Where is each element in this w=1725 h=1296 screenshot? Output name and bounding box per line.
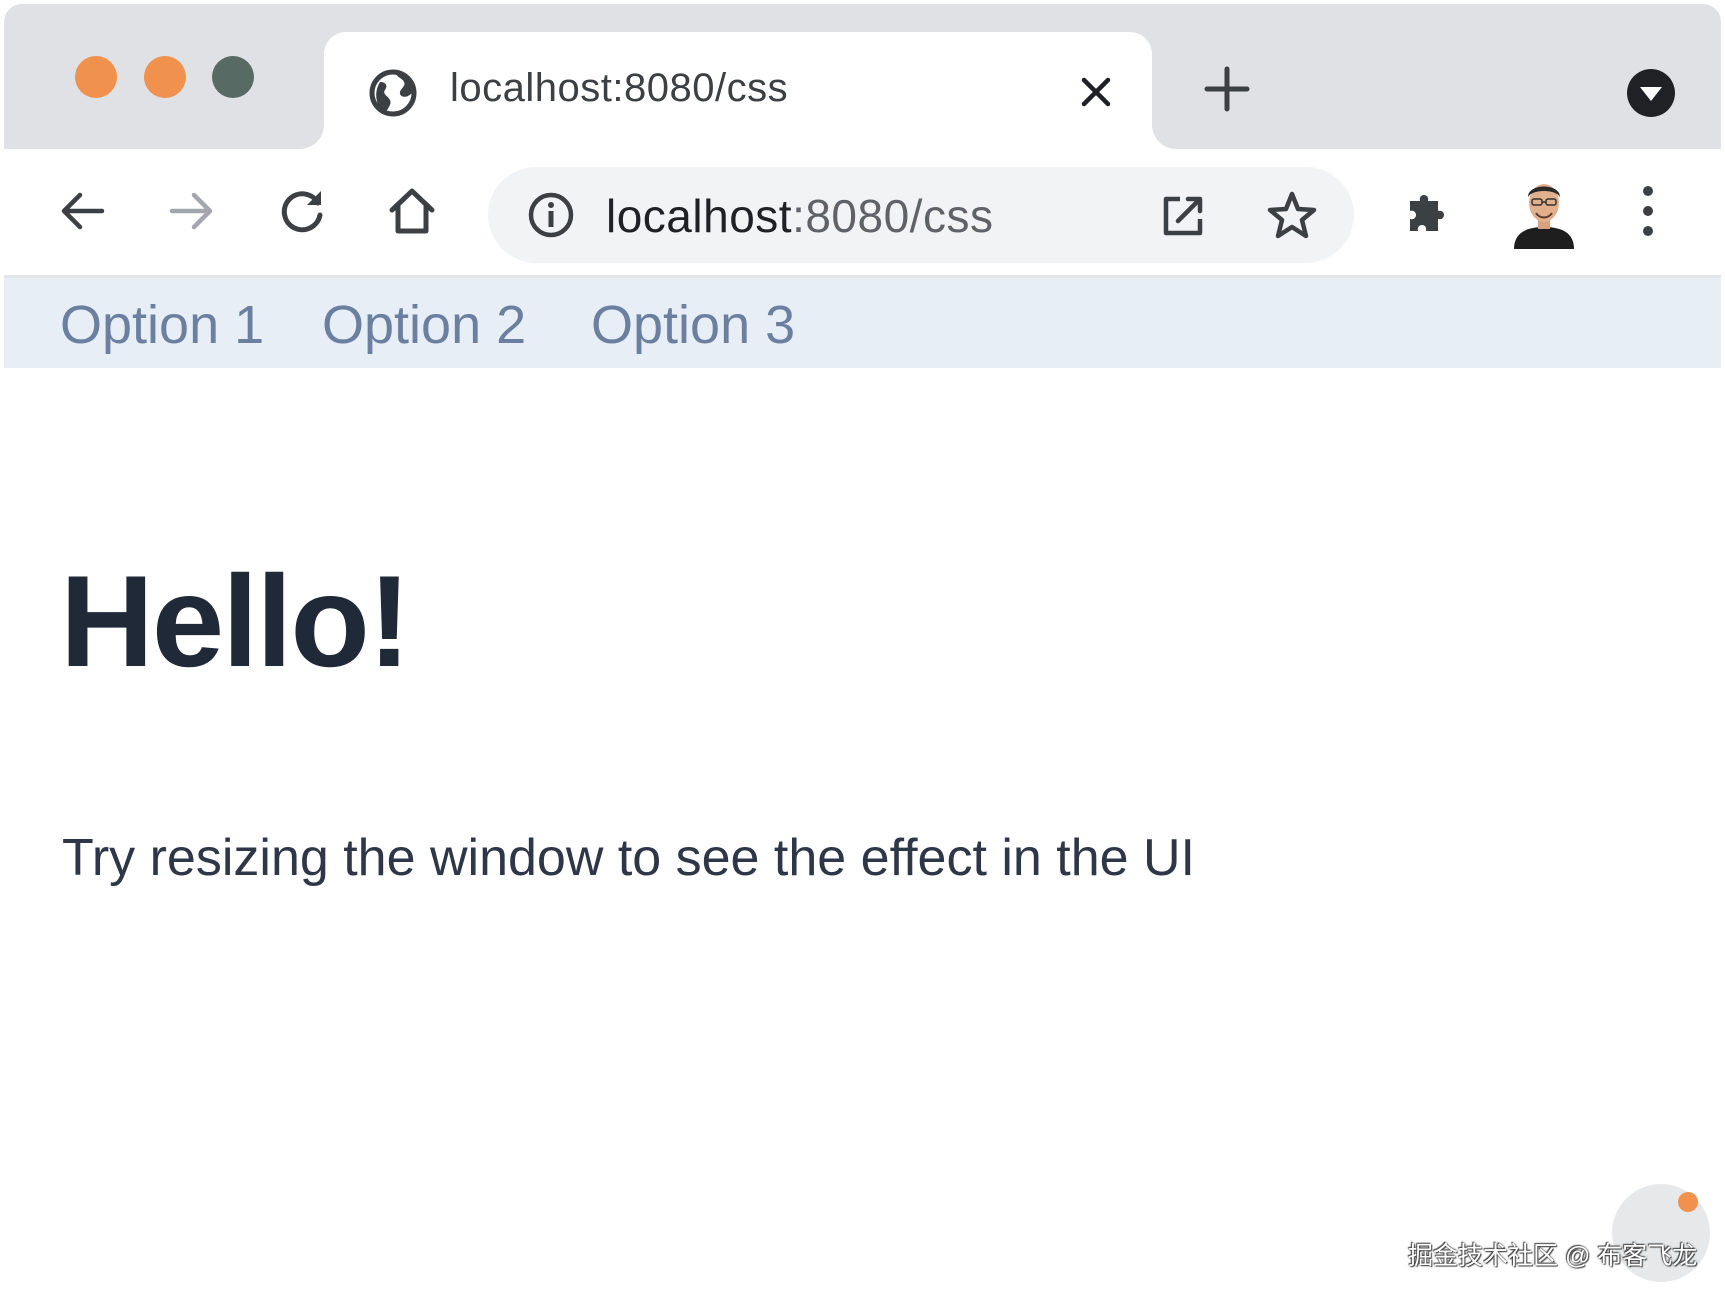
address-url[interactable]: localhost:8080/css bbox=[606, 189, 993, 243]
browser-toolbar: localhost:8080/css bbox=[4, 149, 1721, 278]
tab-strip: localhost:8080/css bbox=[4, 4, 1721, 149]
arrow-left-icon[interactable] bbox=[54, 183, 110, 239]
reload-icon[interactable] bbox=[274, 183, 330, 239]
page-heading: Hello! bbox=[60, 548, 411, 694]
globe-icon bbox=[368, 68, 418, 118]
watermark-text: 掘金技术社区 @ 布客飞龙 bbox=[1408, 1242, 1698, 1270]
tab-title: localhost:8080/css bbox=[450, 66, 789, 110]
close-icon[interactable] bbox=[1076, 72, 1116, 112]
browser-tab[interactable]: localhost:8080/css bbox=[324, 32, 1152, 149]
vertical-dots-icon[interactable] bbox=[1628, 183, 1684, 239]
arrow-right-icon[interactable] bbox=[164, 183, 220, 239]
home-icon[interactable] bbox=[384, 183, 440, 239]
plus-icon[interactable] bbox=[1202, 64, 1252, 114]
info-icon[interactable] bbox=[526, 190, 576, 240]
chevron-down-icon[interactable] bbox=[1626, 68, 1676, 118]
window-minimize-button[interactable] bbox=[144, 56, 186, 98]
address-bar[interactable]: localhost:8080/css bbox=[488, 167, 1354, 263]
browser-window: localhost:8080/css localhost:8080/css Op… bbox=[4, 4, 1721, 1292]
page-nav: Option 1 Option 2 Option 3 bbox=[4, 278, 1721, 368]
url-host: localhost bbox=[606, 190, 793, 242]
window-close-button[interactable] bbox=[75, 56, 117, 98]
nav-option-2[interactable]: Option 2 bbox=[322, 294, 526, 356]
avatar[interactable] bbox=[1512, 177, 1576, 249]
url-path: :8080/css bbox=[792, 190, 994, 242]
nav-option-1[interactable]: Option 1 bbox=[60, 294, 264, 356]
star-icon[interactable] bbox=[1265, 189, 1319, 243]
open-external-icon[interactable] bbox=[1158, 191, 1208, 241]
puzzle-icon[interactable] bbox=[1400, 183, 1456, 239]
nav-option-3[interactable]: Option 3 bbox=[591, 294, 795, 356]
window-maximize-button[interactable] bbox=[212, 56, 254, 98]
watermark-dot bbox=[1678, 1192, 1698, 1212]
page-paragraph: Try resizing the window to see the effec… bbox=[62, 829, 1196, 887]
